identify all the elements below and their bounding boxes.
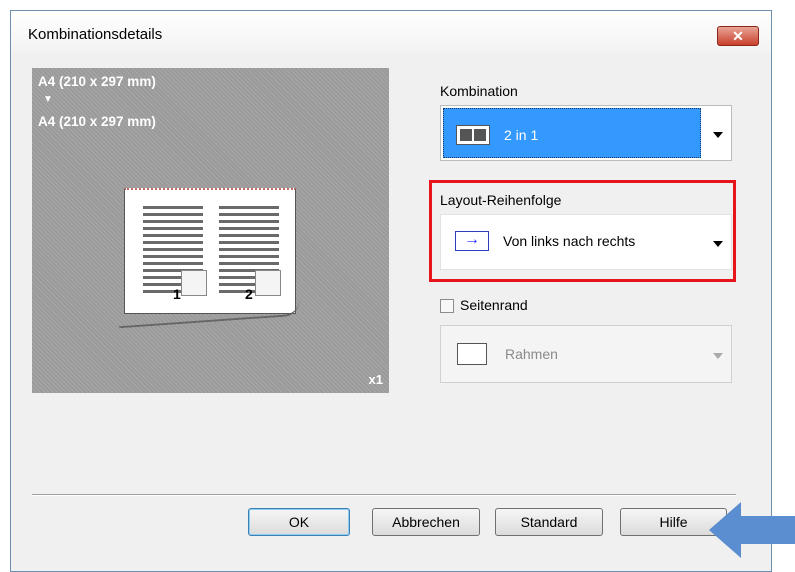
standard-button[interactable]: Standard [495,508,603,536]
border-checkbox[interactable] [440,299,454,313]
combination-label: Kombination [440,83,518,99]
preview-source-size: A4 (210 x 297 mm) [38,74,156,89]
chevron-down-icon [713,353,723,359]
close-button[interactable]: ✕ [717,26,759,46]
pointer-arrow-icon [709,502,795,558]
preview-page-2-number: 2 [245,286,253,302]
layout-order-dropdown[interactable]: → Von links nach rechts [440,214,732,270]
combination-selected[interactable]: 2 in 1 [443,108,701,158]
frame-icon [457,343,487,365]
layout-order-label: Layout-Reihenfolge [440,192,562,208]
layout-preview: A4 (210 x 297 mm) ▼ A4 (210 x 297 mm) 1 … [32,68,389,393]
preview-page-1-number: 1 [173,286,181,302]
chevron-down-icon[interactable] [713,241,723,247]
chevron-down-icon[interactable] [713,132,723,138]
preview-copies: x1 [368,372,383,387]
title-bar[interactable]: Kombinationsdetails ✕ [11,11,771,53]
preview-page-2-thumb [255,270,281,296]
preview-target-size: A4 (210 x 297 mm) [38,114,156,129]
window-title: Kombinationsdetails [28,26,163,43]
preview-arrow-icon: ▼ [43,94,53,105]
combination-value: 2 in 1 [504,127,539,143]
layout-order-value: Von links nach rechts [503,233,636,249]
arrow-right-icon: → [455,231,489,251]
cancel-button[interactable]: Abbrechen [372,508,480,536]
combination-dropdown[interactable]: 2 in 1 [440,105,732,161]
ok-button[interactable]: OK [248,508,350,536]
separator [32,494,736,496]
border-label: Seitenrand [460,297,528,313]
border-value: Rahmen [505,346,558,362]
two-pages-icon [456,125,490,145]
preview-page-1-thumb [181,270,207,296]
border-dropdown[interactable]: Rahmen [440,325,732,383]
preview-sheet: 1 2 [124,188,296,314]
close-icon: ✕ [732,28,744,44]
